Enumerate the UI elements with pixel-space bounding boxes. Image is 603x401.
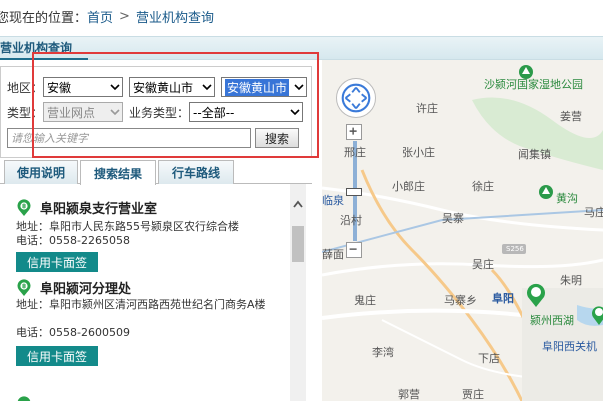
breadcrumb: 您现在的位置： 首页 > 营业机构查询: [0, 0, 603, 32]
result-name[interactable]: 阜阳颍泉支行营业室: [40, 198, 157, 217]
map-label: 阜阳: [492, 292, 514, 305]
zoom-in-button[interactable]: [346, 124, 362, 140]
tab-instructions[interactable]: 使用说明: [4, 160, 78, 184]
map-label: 许庄: [416, 102, 438, 115]
map-label: 鬼庄: [354, 294, 376, 307]
credit-card-sign-button[interactable]: 信用卡面签: [16, 346, 98, 366]
result-address: 地址：阜阳市人民东路55号颍泉区农行综合楼: [16, 220, 239, 233]
map-label: 薛面: [322, 248, 344, 261]
map-label: 朱明: [560, 274, 582, 287]
breadcrumb-separator: >: [119, 8, 130, 24]
map-label: 吴寨: [442, 212, 464, 225]
tab-bar: 使用说明 搜索结果 行车路线: [0, 160, 312, 185]
bank-marker-icon: [17, 396, 31, 401]
map-label: 马庄: [584, 206, 603, 219]
map-label: 沿村: [340, 214, 362, 227]
highlight-box: [32, 52, 319, 158]
map-label: 贾庄: [462, 388, 484, 401]
breadcrumb-home-link[interactable]: 首页: [87, 7, 113, 26]
plus-icon: [349, 127, 357, 135]
result-address: 地址：阜阳市颍州区清河西路西苑世纪名门商务A楼: [16, 298, 266, 311]
zoom-slider-thumb[interactable]: [346, 188, 362, 196]
map-view[interactable]: 沙颍河国家湿地公园 许庄 姜营 张小庄 闻集镇 小郎庄 徐庄 黄沟 马庄 临泉 …: [322, 60, 603, 401]
map-label: 小郎庄: [392, 180, 425, 193]
bank-marker-icon: [17, 198, 31, 216]
bank-marker-icon[interactable]: [525, 282, 547, 308]
minus-icon: [349, 248, 357, 250]
result-phone: 电话：0558-2265058: [16, 234, 130, 247]
map-label: 闻集镇: [518, 148, 551, 161]
road-shield-label: S256: [506, 245, 524, 253]
map-label: 沙颍河国家湿地公园: [484, 78, 583, 91]
map-label: 马寨乡: [444, 294, 477, 307]
results-scrollbar[interactable]: [290, 184, 306, 401]
map-label: 临泉: [322, 194, 344, 207]
pan-arrows-icon[interactable]: [337, 79, 375, 117]
zoom-out-button[interactable]: [346, 242, 362, 258]
park-marker-icon: [539, 185, 553, 199]
map-label: 张小庄: [402, 146, 435, 159]
scrollbar-thumb[interactable]: [292, 226, 304, 262]
tab-driving-route[interactable]: 行车路线: [158, 160, 234, 184]
scroll-up-icon[interactable]: [293, 200, 303, 208]
map-pan-control[interactable]: [336, 78, 376, 118]
credit-card-sign-button[interactable]: 信用卡面签: [16, 252, 98, 272]
map-label: 颍州西湖: [530, 314, 574, 327]
map-label: 下店: [478, 352, 500, 365]
bank-marker-icon: [17, 278, 31, 296]
breadcrumb-current-link[interactable]: 营业机构查询: [136, 7, 214, 26]
tab-search-results[interactable]: 搜索结果: [80, 160, 156, 185]
bank-marker-icon[interactable]: [591, 304, 603, 326]
map-label: 阜阳西关机: [542, 340, 597, 353]
map-label: 李湾: [372, 346, 394, 359]
map-label: 黄沟: [556, 192, 578, 205]
map-label: 邢庄: [344, 146, 366, 159]
map-label: 吴庄: [472, 258, 494, 271]
breadcrumb-prefix: 您现在的位置：: [0, 10, 88, 26]
results-list: 阜阳颍泉支行营业室 地址：阜阳市人民东路55号颍泉区农行综合楼 电话：0558-…: [0, 184, 312, 401]
map-label: 姜营: [560, 110, 582, 123]
result-name[interactable]: 阜阳颍河分理处: [40, 278, 131, 297]
map-label: 郭营: [398, 388, 420, 401]
result-phone: 电话：0558-2600509: [16, 326, 130, 339]
map-label: 徐庄: [472, 180, 494, 193]
